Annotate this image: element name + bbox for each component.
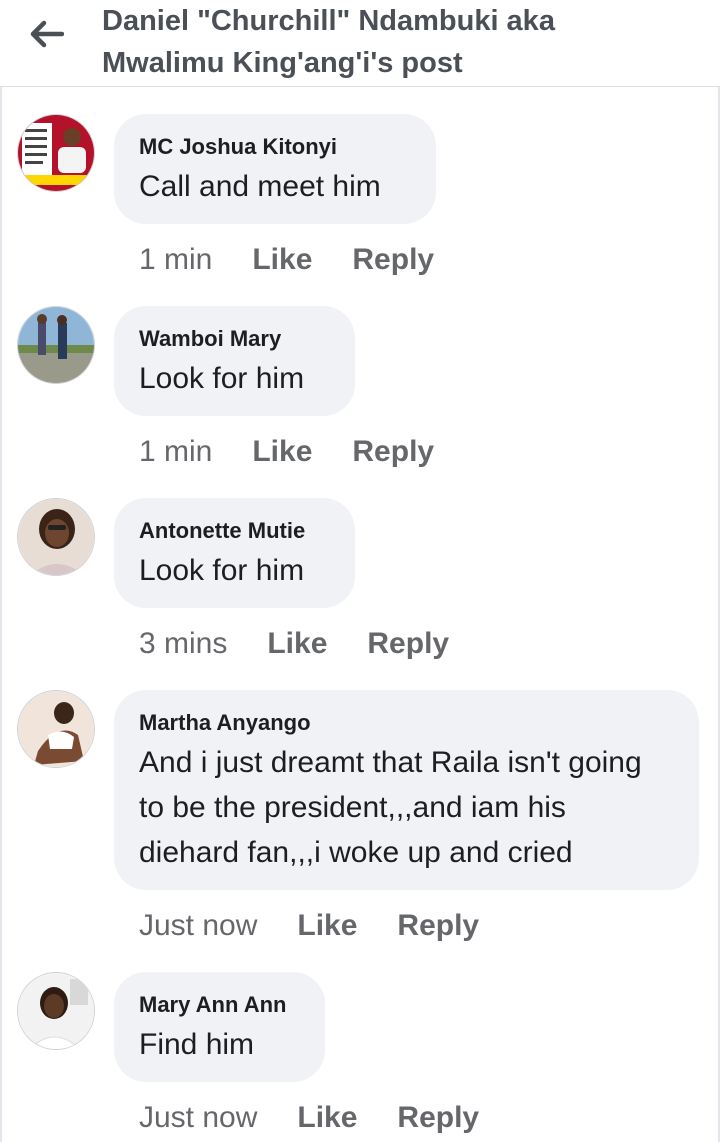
comment-text: Look for him xyxy=(139,362,305,395)
avatar-image xyxy=(18,499,94,575)
comment-bubble: Wamboi Mary Look for him xyxy=(114,306,355,416)
comment-bubble: MC Joshua Kitonyi Call and meet him xyxy=(114,114,436,224)
avatar[interactable] xyxy=(17,114,95,192)
comment-author[interactable]: Mary Ann Ann xyxy=(139,990,297,1020)
comment-actions: 1 min Like Reply xyxy=(139,240,474,280)
like-button[interactable]: Like xyxy=(297,1101,357,1135)
comment-actions: Just now Like Reply xyxy=(139,906,519,946)
comment-bubble: Mary Ann Ann Find him xyxy=(114,972,325,1082)
avatar[interactable] xyxy=(17,498,95,576)
page-title-line-2: Mwalimu King'ang'i's post xyxy=(102,47,463,79)
like-button[interactable]: Like xyxy=(267,627,327,661)
comment-text: And i just dreamt that Raila isn't going… xyxy=(139,746,642,869)
comment-timestamp[interactable]: Just now xyxy=(139,909,257,943)
comment-author[interactable]: MC Joshua Kitonyi xyxy=(139,132,408,162)
back-button[interactable] xyxy=(26,14,66,54)
comment-timestamp[interactable]: 1 min xyxy=(139,243,212,277)
like-button[interactable]: Like xyxy=(252,243,312,277)
like-button[interactable]: Like xyxy=(252,435,312,469)
comment-actions: 1 min Like Reply xyxy=(139,432,474,472)
comment-author[interactable]: Antonette Mutie xyxy=(139,516,327,546)
avatar-image xyxy=(18,973,94,1049)
comment-actions: 3 mins Like Reply xyxy=(139,624,489,664)
like-button[interactable]: Like xyxy=(297,909,357,943)
comment-timestamp[interactable]: Just now xyxy=(139,1101,257,1135)
comment-author[interactable]: Martha Anyango xyxy=(139,708,671,738)
comment-text: Look for him xyxy=(139,554,305,587)
comment-author[interactable]: Wamboi Mary xyxy=(139,324,327,354)
reply-button[interactable]: Reply xyxy=(352,243,434,277)
avatar[interactable] xyxy=(17,690,95,768)
comment-bubble: Martha Anyango And i just dreamt that Ra… xyxy=(114,690,699,890)
comment-timestamp[interactable]: 3 mins xyxy=(139,627,227,661)
left-border xyxy=(0,86,2,1142)
reply-button[interactable]: Reply xyxy=(352,435,434,469)
page-title-line-1: Daniel "Churchill" Ndambuki aka xyxy=(102,5,555,37)
arrow-left-icon xyxy=(30,20,64,48)
comment-text: Call and meet him xyxy=(139,170,381,203)
comment-timestamp[interactable]: 1 min xyxy=(139,435,212,469)
avatar-image xyxy=(18,307,94,383)
comment-bubble: Antonette Mutie Look for him xyxy=(114,498,355,608)
comment-text: Find him xyxy=(139,1028,255,1061)
reply-button[interactable]: Reply xyxy=(367,627,449,661)
avatar-image xyxy=(18,115,94,191)
post-header: Daniel "Churchill" Ndambuki aka Mwalimu … xyxy=(0,0,720,87)
reply-button[interactable]: Reply xyxy=(397,909,479,943)
reply-button[interactable]: Reply xyxy=(397,1101,479,1135)
avatar-image xyxy=(18,691,94,767)
avatar[interactable] xyxy=(17,972,95,1050)
page-title: Daniel "Churchill" Ndambuki aka Mwalimu … xyxy=(102,0,702,84)
avatar[interactable] xyxy=(17,306,95,384)
comment-actions: Just now Like Reply xyxy=(139,1098,519,1138)
